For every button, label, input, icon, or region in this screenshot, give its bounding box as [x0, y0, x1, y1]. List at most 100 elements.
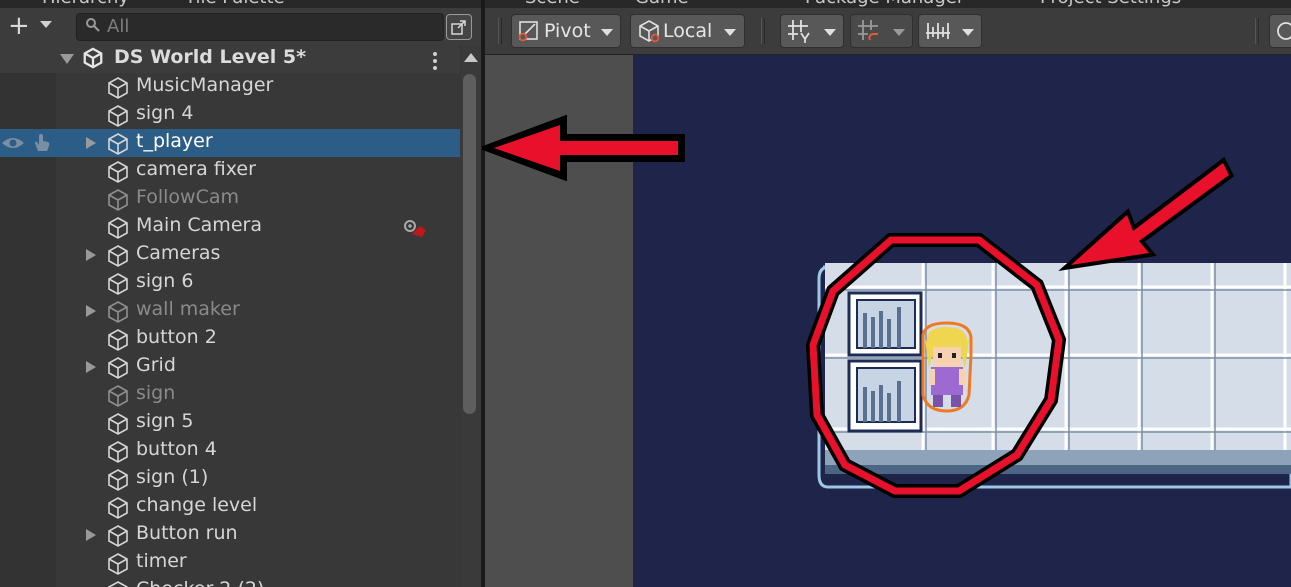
hierarchy-row[interactable]: sign 5: [0, 409, 460, 437]
hierarchy-item-label: Checker 2 (2): [136, 578, 264, 587]
pivot-dropdown[interactable]: Pivot: [511, 14, 621, 48]
camera-icon: [404, 220, 426, 237]
toolbar-grip: [1255, 18, 1259, 44]
visibility-eye-icon[interactable]: [1, 135, 25, 151]
expand-arrow-icon[interactable]: [86, 361, 96, 373]
scrollbar-thumb[interactable]: [463, 74, 476, 414]
hierarchy-row[interactable]: Grid: [0, 353, 460, 381]
expand-search-button[interactable]: [446, 14, 472, 40]
ruler-caret-icon: [962, 29, 974, 36]
gameobject-icon: [106, 188, 130, 212]
hierarchy-row[interactable]: MusicManager: [0, 73, 460, 101]
hierarchy-item-label: FollowCam: [136, 186, 240, 208]
scene-tab-strip: Scene Game Package Manager Project Setti…: [485, 0, 1291, 8]
hierarchy-row[interactable]: sign 6: [0, 269, 460, 297]
scene-fold-icon[interactable]: [60, 54, 74, 64]
hierarchy-item-label: change level: [136, 494, 258, 516]
search-box[interactable]: [76, 13, 444, 41]
gameobject-icon: [106, 356, 130, 380]
expand-arrow-icon[interactable]: [86, 529, 96, 541]
gameobject-icon: [106, 412, 130, 436]
gameobject-icon: [106, 132, 130, 156]
grid-snapping-button[interactable]: [780, 14, 844, 48]
hierarchy-item-label: button 2: [136, 326, 217, 348]
tab-tile-palette[interactable]: Tile Palette: [185, 0, 285, 8]
hierarchy-item-label: wall maker: [136, 298, 240, 320]
hierarchy-item-label: Cameras: [136, 242, 221, 264]
hierarchy-item-label: Button run: [136, 522, 238, 544]
increment-snap-caret-icon: [893, 29, 905, 36]
gameobject-icon: [106, 552, 130, 576]
gameobject-icon: [106, 104, 130, 128]
pivot-label: Pivot: [544, 20, 591, 42]
ruler-icon: [926, 23, 950, 39]
hierarchy-list: MusicManager sign 4 t_playercamera fixer Fo…: [0, 73, 460, 587]
hierarchy-row[interactable]: camera fixer: [0, 157, 460, 185]
bookshelf-upper: [847, 291, 923, 357]
hierarchy-row[interactable]: sign (1): [0, 465, 460, 493]
open-external-icon: [451, 20, 466, 35]
gameobject-icon: [106, 440, 130, 464]
scene-panel: Scene Game Package Manager Project Setti…: [485, 0, 1291, 587]
view-options-button[interactable]: [1269, 14, 1291, 48]
hierarchy-row[interactable]: Cameras: [0, 241, 460, 269]
hierarchy-item-label: t_player: [136, 130, 213, 152]
expand-arrow-icon[interactable]: [86, 137, 96, 149]
gameobject-icon: [106, 244, 130, 268]
grid-snap-icon: [788, 20, 810, 43]
expand-arrow-icon[interactable]: [86, 249, 96, 261]
scroll-up-icon[interactable]: [464, 53, 478, 62]
tab-package-manager[interactable]: Package Manager: [805, 0, 964, 8]
hierarchy-item-label: timer: [136, 550, 187, 572]
hierarchy-item-label: sign 4: [136, 102, 194, 124]
toolbar-grip: [761, 18, 765, 44]
hierarchy-row[interactable]: button 2: [0, 325, 460, 353]
gameobject-icon: [106, 76, 130, 100]
hierarchy-row[interactable]: Main Camera: [0, 213, 460, 241]
gameobject-icon: [106, 216, 130, 240]
hierarchy-scrollbar[interactable]: [461, 46, 481, 587]
hierarchy-item-label: button 4: [136, 438, 217, 460]
increment-snap-button[interactable]: [850, 14, 913, 48]
increment-snap-icon: [858, 20, 878, 41]
bookshelf-lower: [847, 359, 923, 433]
scene-viewport[interactable]: [633, 55, 1291, 587]
hierarchy-row[interactable]: timer: [0, 549, 460, 577]
hierarchy-row[interactable]: wall maker: [0, 297, 460, 325]
tab-project-settings[interactable]: Project Settings: [1040, 0, 1181, 8]
hierarchy-row[interactable]: change level: [0, 493, 460, 521]
scene-name: DS World Level 5*: [114, 46, 307, 68]
gameobject-icon: [106, 160, 130, 184]
hierarchy-row[interactable]: Checker 2 (2): [0, 577, 460, 587]
search-input[interactable]: [107, 16, 427, 36]
pickable-hand-icon[interactable]: [32, 133, 52, 153]
local-dropdown[interactable]: Local: [630, 14, 745, 48]
hierarchy-item-label: Main Camera: [136, 214, 262, 236]
tab-hierarchy[interactable]: Hierarchy: [42, 0, 129, 8]
tab-scene[interactable]: Scene: [525, 0, 580, 8]
hierarchy-row[interactable]: sign: [0, 381, 460, 409]
hierarchy-row[interactable]: FollowCam: [0, 185, 460, 213]
local-caret-icon: [724, 29, 736, 36]
add-dropdown-caret-icon[interactable]: [40, 21, 52, 28]
hierarchy-row[interactable]: button 4: [0, 437, 460, 465]
scene-menu-icon[interactable]: [433, 52, 437, 73]
tab-game[interactable]: Game: [635, 0, 689, 8]
gameobject-icon: [106, 496, 130, 520]
hierarchy-row[interactable]: t_player: [0, 129, 460, 157]
floor-shadow: [825, 465, 1291, 474]
gameobject-icon: [106, 384, 130, 408]
hierarchy-item-label: sign 5: [136, 410, 194, 432]
scene-view-canvas[interactable]: [633, 55, 1291, 587]
hierarchy-panel: Hierarchy Tile Palette + DS World Level …: [0, 0, 481, 587]
toolbar-grip: [498, 18, 502, 44]
add-button[interactable]: +: [8, 12, 30, 40]
scene-header-row[interactable]: DS World Level 5*: [0, 45, 460, 73]
hierarchy-item-label: sign (1): [136, 466, 209, 488]
hierarchy-row[interactable]: sign 4: [0, 101, 460, 129]
hierarchy-row[interactable]: Button run: [0, 521, 460, 549]
ruler-button[interactable]: [918, 14, 982, 48]
expand-arrow-icon[interactable]: [86, 305, 96, 317]
local-space-icon: [639, 20, 660, 43]
search-icon[interactable]: [85, 17, 101, 37]
